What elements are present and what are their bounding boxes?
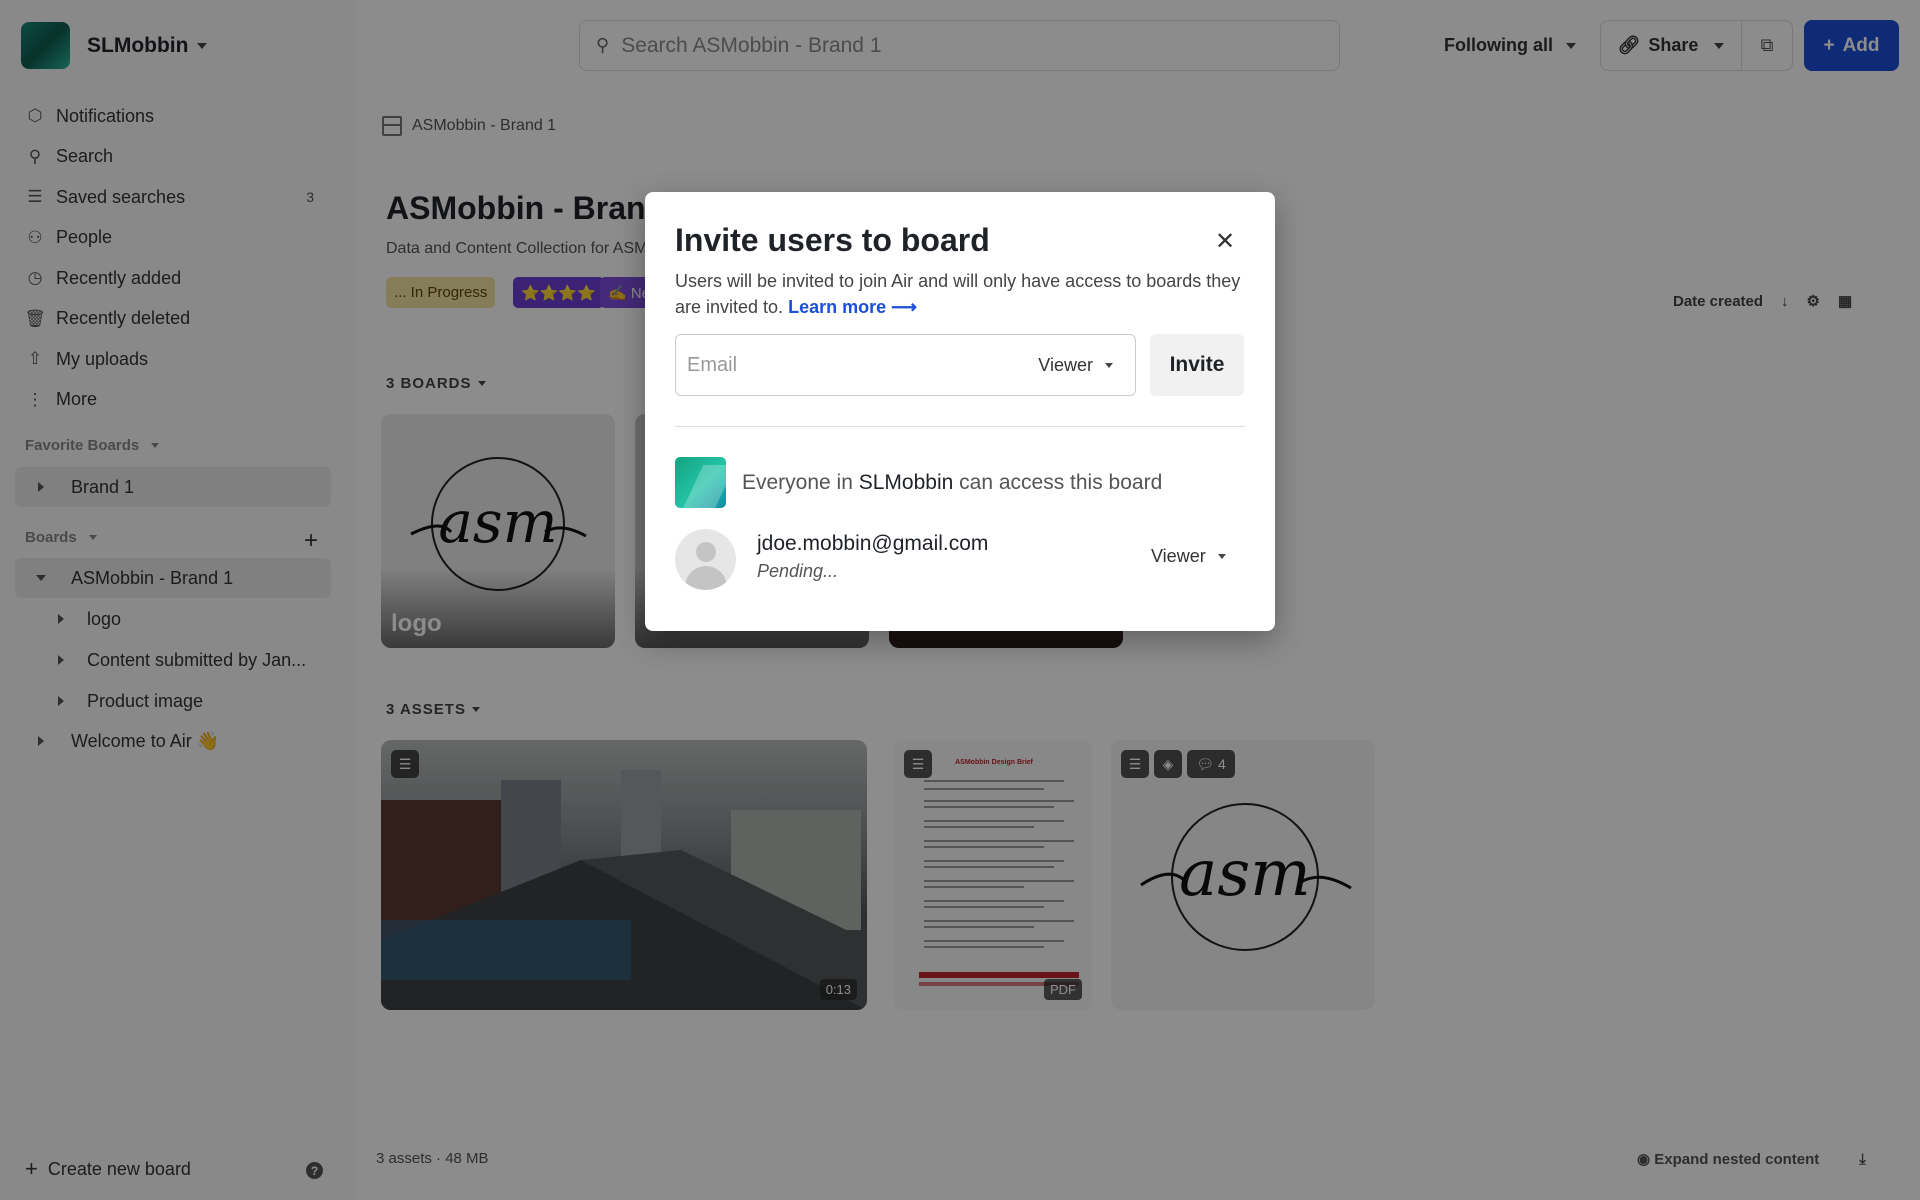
avatar-body [685, 566, 727, 590]
email-field[interactable]: Email Viewer [675, 334, 1136, 396]
user-role-dropdown[interactable]: Viewer [1151, 546, 1226, 567]
workspace-access-row: Everyone in SLMobbin can access this boa… [675, 457, 1162, 508]
user-email: jdoe.mobbin@gmail.com [757, 532, 989, 555]
access-prefix: Everyone in [742, 470, 853, 494]
modal-description: Users will be invited to join Air and wi… [675, 268, 1245, 320]
chevron-down-icon [1105, 362, 1113, 368]
avatar [675, 529, 736, 590]
modal-title: Invite users to board [675, 222, 990, 258]
chevron-down-icon [1217, 554, 1226, 559]
avatar-head [696, 542, 716, 562]
invite-users-modal: Invite users to board ✕ Users will be in… [645, 192, 1275, 631]
user-role-label: Viewer [1151, 546, 1206, 566]
role-label: Viewer [1038, 354, 1093, 375]
divider [675, 426, 1245, 427]
user-status: Pending... [757, 561, 839, 581]
workspace-logo [675, 457, 726, 508]
access-workspace: SLMobbin [858, 470, 954, 494]
role-dropdown[interactable]: Viewer [1038, 355, 1113, 376]
invited-user-row: jdoe.mobbin@gmail.com Pending... Viewer [675, 529, 1245, 591]
modal-description-text: Users will be invited to join Air and wi… [675, 271, 1241, 317]
email-placeholder: Email [687, 353, 738, 376]
learn-more-link[interactable]: Learn more ⟶ [788, 297, 917, 317]
access-suffix: can access this board [959, 470, 1163, 494]
workspace-access-text: Everyone in SLMobbin can access this boa… [742, 471, 1162, 495]
close-icon[interactable]: ✕ [1215, 227, 1235, 256]
invite-button[interactable]: Invite [1150, 334, 1244, 396]
